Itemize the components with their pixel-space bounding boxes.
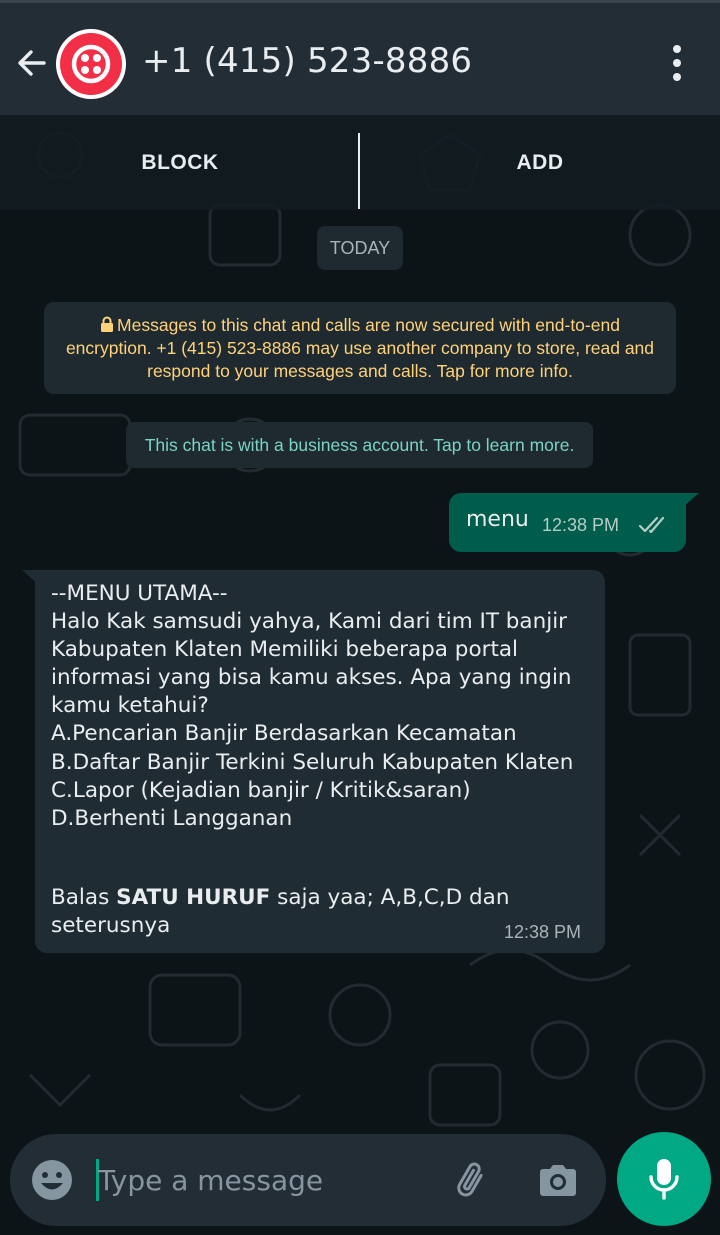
microphone-icon [649,1159,679,1200]
more-options-button[interactable] [660,43,694,83]
message-time: 12:38 PM [504,922,582,942]
paperclip-icon[interactable] [448,1156,496,1204]
outgoing-message[interactable]: menu 12:38 PM [449,493,686,552]
voice-record-button[interactable] [617,1132,711,1226]
camera-icon[interactable] [536,1158,580,1202]
bubble-tail [683,493,699,507]
reply-bold-text: SATU HURUF [116,885,271,910]
emoji-icon[interactable] [30,1158,74,1202]
message-text: --MENU UTAMA-- Halo Kak samsudi yahya, K… [51,581,574,831]
arrow-left-icon [18,50,46,76]
chat-header: +1 (415) 523-8886 [0,0,720,115]
lock-icon [101,316,114,332]
back-button[interactable] [12,43,52,83]
avatar[interactable] [56,29,126,99]
unknown-contact-action-bar: BLOCK ADD [0,115,720,210]
double-check-icon [638,516,665,534]
encryption-notice-text: Messages to this chat and calls are now … [65,315,655,381]
add-contact-button[interactable]: ADD [360,115,720,210]
message-time: 12:38 PM [542,515,620,535]
incoming-message[interactable]: --MENU UTAMA-- Halo Kak samsudi yahya, K… [35,570,605,953]
more-vertical-icon [673,45,681,53]
twilio-logo [60,33,122,95]
chat-screen: +1 (415) 523-8886 BLOCK ADD TODAY Messag… [0,0,720,1235]
block-button[interactable]: BLOCK [0,115,360,210]
message-input[interactable] [98,1156,428,1204]
reply-instruction: Balas SATU HURUF saja yaa; A,B,C,D dan s… [51,884,511,940]
reply-prefix: Balas [51,885,117,910]
date-chip: TODAY [317,226,403,270]
encryption-notice[interactable]: Messages to this chat and calls are now … [44,302,676,394]
business-account-notice[interactable]: This chat is with a business account. Ta… [126,422,593,468]
message-composer [10,1134,606,1226]
contact-title[interactable]: +1 (415) 523-8886 [142,41,472,81]
message-text: menu [466,507,529,532]
